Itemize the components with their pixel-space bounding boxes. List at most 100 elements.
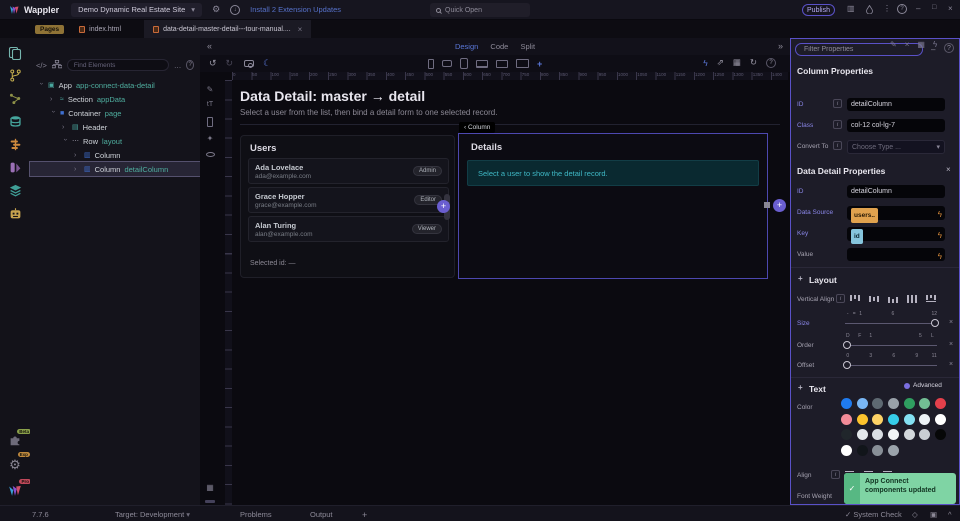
settings-gear-icon[interactable]: ⚙ (212, 4, 220, 15)
data-source-chip[interactable]: users.. (851, 208, 878, 223)
valign-baseline-icon[interactable] (925, 294, 937, 304)
dark-mode-moon-icon[interactable]: ☾ (263, 58, 271, 69)
theme-droplet-icon[interactable] (866, 5, 873, 14)
screenshot-camera-icon[interactable] (244, 60, 254, 67)
dock-bolt-icon[interactable]: ϟ (933, 40, 937, 49)
edit-pencil-icon[interactable]: ✎ (207, 85, 214, 94)
id-input[interactable]: detailColumn (847, 98, 945, 111)
tree-item-column[interactable]: ›▥Column (30, 148, 200, 162)
tree-options-icon[interactable]: … (174, 61, 182, 70)
color-swatch[interactable] (904, 429, 915, 440)
mobile-view-icon[interactable] (207, 117, 213, 127)
chevron-open-icon[interactable]: › (38, 82, 45, 88)
mode-design[interactable]: Design (455, 42, 478, 51)
quick-open-search[interactable]: Quick Open (430, 3, 530, 17)
color-swatch[interactable] (872, 445, 883, 456)
size-slider-handle[interactable] (931, 319, 939, 327)
chevron-closed-icon[interactable]: › (50, 96, 56, 103)
color-swatch[interactable] (872, 398, 883, 409)
device-tablet-icon[interactable] (460, 58, 468, 69)
color-swatch[interactable] (888, 429, 899, 440)
bolt-icon[interactable]: ϟ (703, 58, 708, 68)
color-swatch[interactable] (857, 414, 868, 425)
tree-help-icon[interactable]: ? (186, 60, 194, 70)
layers-icon[interactable] (7, 182, 24, 199)
resize-handle[interactable] (764, 202, 770, 208)
size-slider[interactable] (845, 323, 937, 324)
tree-item-page[interactable]: ›■Containerpage (30, 106, 200, 120)
theme-droplet-icon[interactable]: ◇ (912, 510, 918, 519)
target-selector[interactable]: Target: Development ▾ (115, 510, 190, 519)
minimize-icon[interactable]: – (916, 4, 920, 13)
tab-index-html[interactable]: index.html (70, 20, 130, 38)
close-tab-icon[interactable]: × (298, 25, 303, 34)
undo-icon[interactable]: ↺ (209, 58, 217, 69)
color-swatch[interactable] (841, 429, 852, 440)
refresh-icon[interactable]: ↻ (750, 57, 757, 68)
tree-item-header[interactable]: ›▤Header (30, 120, 200, 134)
order-slider-handle[interactable] (843, 341, 851, 349)
tree-item-detailColumn[interactable]: ›▥ColumndetailColumn (30, 162, 200, 176)
convert-to-select[interactable]: Choose Type ... ▾ (847, 140, 945, 154)
chevron-open-icon[interactable]: › (62, 138, 69, 144)
magic-wand-icon[interactable]: ✦ (207, 134, 214, 143)
add-element-button[interactable]: + (773, 199, 786, 212)
responsive-resize-icon[interactable]: + (537, 59, 542, 69)
extension-updates-link[interactable]: Install 2 Extension Updates (250, 5, 341, 14)
close-window-icon[interactable]: × (948, 4, 953, 13)
package-icon[interactable]: ▣ (930, 510, 937, 519)
tree-item-appData[interactable]: ›≈SectionappData (30, 92, 200, 106)
experimental-gear-icon[interactable]: ⚙ Exp (9, 456, 21, 474)
color-swatch[interactable] (841, 414, 852, 425)
download-icon[interactable]: ↓ (230, 5, 240, 15)
device-large-desktop-icon[interactable] (516, 59, 529, 68)
device-laptop-icon[interactable] (476, 60, 488, 68)
mode-split[interactable]: Split (520, 42, 535, 51)
binding-bolt-icon[interactable]: ϟ (938, 208, 942, 221)
redo-icon[interactable]: ↻ (226, 58, 234, 69)
open-in-browser-icon[interactable]: ⇗ (717, 57, 724, 68)
chevron-closed-icon[interactable]: › (62, 124, 68, 131)
order-slider[interactable] (845, 345, 937, 346)
color-swatch[interactable] (904, 414, 915, 425)
user-list-item[interactable]: Ada Lovelaceada@example.comAdmin (248, 158, 449, 184)
sitemap-icon[interactable] (52, 60, 62, 71)
chevron-closed-icon[interactable]: › (74, 166, 80, 173)
close-section-icon[interactable]: × (946, 165, 951, 174)
clear-offset-icon[interactable]: × (949, 361, 953, 368)
key-chip[interactable]: id (851, 229, 863, 244)
color-swatch[interactable] (872, 429, 883, 440)
collapse-right-icon[interactable]: » (778, 41, 783, 51)
insert-element-button[interactable]: + (437, 200, 450, 213)
typography-icon[interactable]: tT (207, 101, 213, 108)
output-button[interactable]: Output (310, 510, 333, 519)
components-grid-icon[interactable]: ▦ (733, 57, 741, 68)
mode-code[interactable]: Code (490, 42, 508, 51)
pages-panel-icon[interactable] (7, 44, 24, 61)
dock-cut-icon[interactable]: × (905, 40, 910, 49)
tree-item-app-connect-data-detail[interactable]: ›▣Appapp-connect-data-detail (30, 78, 200, 92)
device-desktop-icon[interactable] (496, 60, 508, 68)
clear-order-icon[interactable]: × (949, 341, 953, 348)
user-list-item[interactable]: Grace Hoppergrace@example.comEditor (248, 187, 449, 213)
tree-item-layout[interactable]: ›⋯Rowlayout (30, 134, 200, 148)
color-swatch[interactable] (841, 398, 852, 409)
color-swatch[interactable] (935, 414, 946, 425)
user-list-item[interactable]: Alan Turingalan@example.comViewer (248, 216, 449, 242)
device-phone-landscape-icon[interactable] (442, 60, 452, 67)
chevron-closed-icon[interactable]: › (74, 152, 80, 159)
color-swatch[interactable] (841, 445, 852, 456)
collapse-up-icon[interactable]: ^ (948, 510, 952, 519)
dock-layers-icon[interactable]: ▦ (917, 40, 925, 49)
binding-bolt-icon[interactable]: ϟ (938, 250, 942, 263)
offset-slider[interactable] (845, 365, 937, 366)
color-swatch[interactable] (888, 398, 899, 409)
color-swatch[interactable] (857, 398, 868, 409)
color-swatch[interactable] (904, 398, 915, 409)
color-swatch[interactable] (857, 429, 868, 440)
pages-badge[interactable]: Pages (35, 25, 64, 34)
grid-toggle-icon[interactable]: ▦ (206, 483, 214, 492)
git-branch-icon[interactable] (7, 67, 24, 84)
class-input[interactable]: col-12 col-lg-7 (847, 119, 945, 132)
color-swatch[interactable] (919, 398, 930, 409)
